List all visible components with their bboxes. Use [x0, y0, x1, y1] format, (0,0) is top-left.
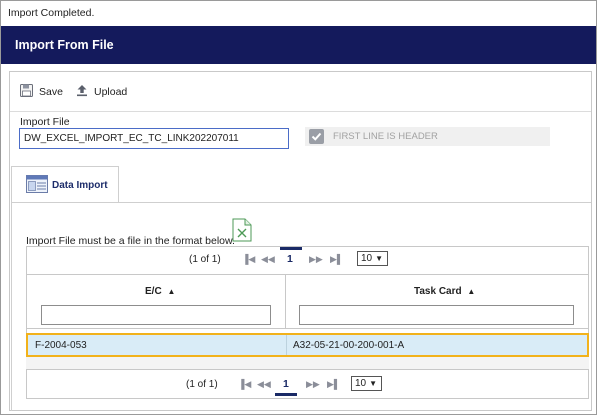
grid-spacer: [26, 357, 589, 369]
upload-label: Upload: [94, 86, 128, 98]
last-page-icon[interactable]: ▶▌: [327, 379, 340, 390]
tab-data-import[interactable]: Data Import: [11, 166, 119, 203]
pager-top-info: (1 of 1): [189, 254, 221, 265]
pager-bottom-current-page[interactable]: 1: [283, 378, 289, 390]
previous-page-icon[interactable]: ◀◀: [257, 379, 271, 390]
checkmark-icon: [311, 132, 322, 141]
first-page-icon[interactable]: ▐◀: [238, 379, 251, 390]
upload-button[interactable]: Upload: [76, 84, 127, 100]
data-import-icon: [26, 174, 48, 196]
upload-icon: [76, 84, 88, 100]
pager-top-page-size[interactable]: 10 ▼: [357, 251, 388, 266]
import-file-input[interactable]: [19, 128, 289, 149]
status-message: Import Completed.: [8, 7, 95, 19]
page-size-value: 10: [355, 378, 367, 389]
column-ec-header[interactable]: E/C ▲: [145, 286, 175, 297]
pager-bottom-info: (1 of 1): [186, 379, 218, 390]
column-task-card-header[interactable]: Task Card ▲: [414, 286, 475, 297]
sort-icon[interactable]: ▲: [467, 287, 475, 296]
column-task-card-label: Task Card: [414, 286, 462, 297]
column-task-card[interactable]: Task Card ▲: [286, 275, 588, 329]
grid-header-row: E/C ▲ Task Card ▲: [27, 274, 588, 329]
excel-file-icon[interactable]: [232, 218, 252, 242]
pager-top: (1 of 1) ▐◀ ◀◀ 1 ▶▶ ▶▌ 10 ▼: [27, 247, 588, 269]
save-button[interactable]: Save: [20, 84, 63, 100]
import-file-label: Import File: [20, 116, 70, 128]
cell-ec: F-2004-053: [35, 340, 87, 351]
pager-bottom-current-indicator: [275, 393, 297, 396]
last-page-icon[interactable]: ▶▌: [330, 254, 343, 265]
window-title: Import From File: [15, 38, 114, 52]
pager-top-current-page[interactable]: 1: [287, 253, 293, 265]
column-ec-filter[interactable]: [41, 305, 271, 325]
pager-top-current-indicator: [280, 247, 302, 250]
pager-bottom: (1 of 1) ▐◀ ◀◀ 1 ▶▶ ▶▌ 10 ▼: [26, 369, 589, 399]
first-line-header-checkbox[interactable]: [309, 129, 324, 144]
row-divider: [286, 335, 287, 355]
floppy-disk-icon: [20, 84, 33, 100]
next-page-icon[interactable]: ▶▶: [306, 379, 320, 390]
previous-page-icon[interactable]: ◀◀: [261, 254, 275, 265]
pager-bottom-page-size[interactable]: 10 ▼: [351, 376, 382, 391]
column-ec-label: E/C: [145, 286, 162, 297]
toolbar-divider: [10, 111, 591, 112]
first-line-header-option: FIRST LINE IS HEADER: [305, 127, 550, 146]
next-page-icon[interactable]: ▶▶: [309, 254, 323, 265]
page-size-value: 10: [361, 253, 373, 264]
first-page-icon[interactable]: ▐◀: [242, 254, 255, 265]
save-label: Save: [39, 86, 63, 98]
table-row[interactable]: F-2004-053 A32-05-21-00-200-001-A: [26, 333, 589, 357]
column-task-card-filter[interactable]: [299, 305, 574, 325]
chevron-down-icon: ▼: [375, 254, 384, 263]
chevron-down-icon: ▼: [369, 379, 378, 388]
sort-icon[interactable]: ▲: [167, 287, 175, 296]
first-line-header-label: FIRST LINE IS HEADER: [333, 131, 438, 142]
cell-task-card: A32-05-21-00-200-001-A: [293, 340, 405, 351]
title-bar: Import From File: [1, 26, 596, 64]
column-ec[interactable]: E/C ▲: [27, 275, 285, 329]
tab-label: Data Import: [52, 179, 108, 191]
